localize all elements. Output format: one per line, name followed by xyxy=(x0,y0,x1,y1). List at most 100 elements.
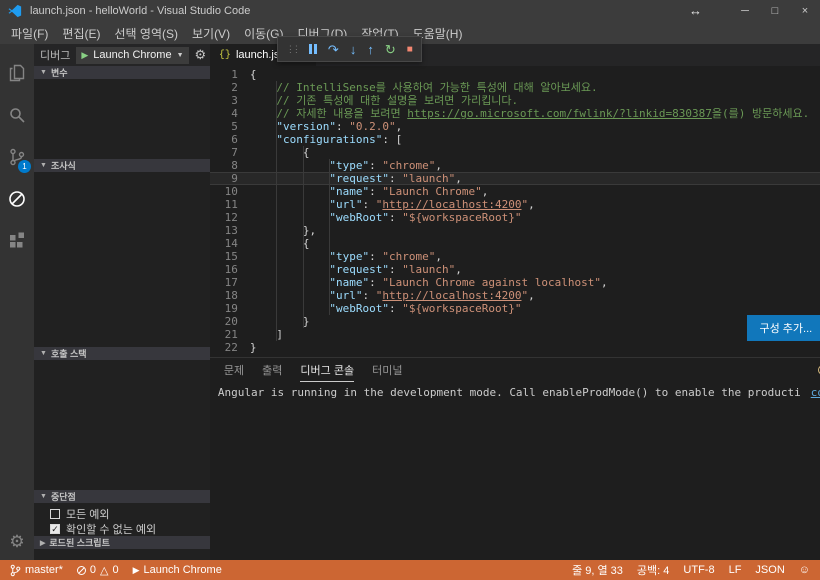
debug-config-dropdown[interactable]: ▶ Launch Chrome ▼ xyxy=(76,47,188,64)
editor[interactable]: 1{2 // IntelliSense를 사용하여 가능한 특성에 대해 알아보… xyxy=(210,66,820,357)
code-line[interactable]: 6 "configurations": [ xyxy=(210,133,820,146)
debug-sidebar: 디버그 ▶ Launch Chrome ▼ ⚙ ▼ 변수 ▼ 조사식 ▼ 호출 … xyxy=(34,44,210,560)
breakpoint-item[interactable]: ✓확인할 수 없는 예외 xyxy=(34,521,210,536)
checkbox-unchecked[interactable] xyxy=(50,509,60,519)
code-line[interactable]: 13 }, xyxy=(210,224,820,237)
code-line[interactable]: 9 "request": "launch", xyxy=(210,172,820,185)
section-header-variables[interactable]: ▼ 변수 xyxy=(34,66,210,79)
chevron-down-icon: ▼ xyxy=(40,350,47,357)
line-number: 14 xyxy=(210,237,250,250)
checkbox-checked[interactable]: ✓ xyxy=(50,524,60,534)
indentation[interactable]: 공백: 4 xyxy=(637,562,669,578)
line-number: 10 xyxy=(210,185,250,198)
status-bar: master* 0 △ 0 ▶ Launch Chrome 줄 9, 열 33 … xyxy=(0,560,820,580)
code-line[interactable]: 22} xyxy=(210,341,820,354)
code-line[interactable]: 19 "webRoot": "${workspaceRoot}" xyxy=(210,302,820,315)
menu-item[interactable]: 편집(E) xyxy=(55,25,107,42)
stop-button[interactable]: ■ xyxy=(407,43,413,56)
line-number: 18 xyxy=(210,289,250,302)
section-header-watch[interactable]: ▼ 조사식 xyxy=(34,159,210,172)
code-line[interactable]: 2 // IntelliSense를 사용하여 가능한 특성에 대해 알아보세요… xyxy=(210,81,820,94)
pause-button[interactable] xyxy=(309,44,317,54)
indent-guide xyxy=(329,159,330,315)
extensions-icon[interactable] xyxy=(0,220,34,262)
line-number: 1 xyxy=(210,68,250,81)
line-number: 17 xyxy=(210,276,250,289)
code-line[interactable]: 8 "type": "chrome", xyxy=(210,159,820,172)
play-icon: ▶ xyxy=(133,565,140,576)
problems-item[interactable]: 0 △ 0 xyxy=(77,564,119,577)
restart-button[interactable]: ↻ xyxy=(385,43,396,56)
git-branch-item[interactable]: master* xyxy=(10,564,63,577)
settings-gear-icon[interactable]: ⚙ xyxy=(0,532,34,552)
code-line[interactable]: 4 // 자세한 내용을 보려면 https://go.microsoft.co… xyxy=(210,107,820,120)
menu-item[interactable]: 파일(F) xyxy=(4,25,55,42)
code-line[interactable]: 16 "request": "launch", xyxy=(210,263,820,276)
chevron-down-icon: ▼ xyxy=(177,52,184,59)
console-message: Angular is running in the development mo… xyxy=(218,386,801,399)
code-line[interactable]: 17 "name": "Launch Chrome against localh… xyxy=(210,276,820,289)
search-icon[interactable] xyxy=(0,94,34,136)
line-number: 21 xyxy=(210,328,250,341)
panel-tab-bar: 문제출력디버그 콘솔터미널 × xyxy=(210,358,820,382)
code-line[interactable]: 14 { xyxy=(210,237,820,250)
section-header-loaded-scripts[interactable]: ▶ 로드된 스크립트 xyxy=(34,536,210,549)
line-number: 5 xyxy=(210,120,250,133)
eol[interactable]: LF xyxy=(729,564,742,576)
minimize-button[interactable]: ─ xyxy=(730,0,760,22)
code-line[interactable]: 21 ] xyxy=(210,328,820,341)
configure-gear-icon[interactable]: ⚙ xyxy=(195,47,207,63)
section-label: 중단점 xyxy=(51,490,76,503)
panel-tab[interactable]: 터미널 xyxy=(372,358,402,382)
step-out-button[interactable]: ↑ xyxy=(367,43,374,56)
debug-action-toolbar: ⋮⋮ ↷ ↓ ↑ ↻ ■ xyxy=(277,36,422,62)
code-line[interactable]: 20 } xyxy=(210,315,820,328)
panel-tab[interactable]: 출력 xyxy=(262,358,282,382)
code-line[interactable]: 1{ xyxy=(210,68,820,81)
section-header-call-stack[interactable]: ▼ 호출 스택 xyxy=(34,347,210,360)
code-line[interactable]: 10 "name": "Launch Chrome", xyxy=(210,185,820,198)
start-debug-icon[interactable]: ▶ xyxy=(81,50,88,61)
debug-target-label: Launch Chrome xyxy=(144,564,222,576)
source-control-icon[interactable]: 1 xyxy=(0,136,34,178)
section-label: 로드된 스크립트 xyxy=(49,536,109,549)
menu-item[interactable]: 보기(V) xyxy=(185,25,237,42)
code-line[interactable]: 11 "url": "http://localhost:4200", xyxy=(210,198,820,211)
menu-item[interactable]: 선택 영역(S) xyxy=(107,25,185,42)
maximize-button[interactable]: □ xyxy=(760,0,790,22)
window-controls: ─ □ × xyxy=(730,0,820,22)
debug-icon[interactable] xyxy=(0,178,34,220)
step-into-button[interactable]: ↓ xyxy=(350,43,357,56)
language-mode[interactable]: JSON xyxy=(755,564,784,576)
add-configuration-button[interactable]: 구성 추가... xyxy=(747,315,820,341)
code-line[interactable]: 3 // 기존 특성에 대한 설명을 보려면 가리킵니다. xyxy=(210,94,820,107)
panel-tab[interactable]: 디버그 콘솔 xyxy=(300,358,354,382)
close-button[interactable]: × xyxy=(790,0,820,22)
console-source-link[interactable]: core.js:3565 xyxy=(811,386,820,399)
code-line[interactable]: 7 { xyxy=(210,146,820,159)
panel-tab[interactable]: 문제 xyxy=(224,358,244,382)
branch-name: master* xyxy=(25,564,63,576)
code-line[interactable]: 12 "webRoot": "${workspaceRoot}" xyxy=(210,211,820,224)
cursor-position[interactable]: 줄 9, 열 33 xyxy=(572,562,623,578)
error-count: 0 xyxy=(90,564,96,576)
breakpoint-item[interactable]: 모든 예외 xyxy=(34,506,210,521)
encoding[interactable]: UTF-8 xyxy=(683,564,714,576)
warning-count: 0 xyxy=(113,564,119,576)
activity-bar: 1 ⚙ xyxy=(0,44,34,560)
indent-guide xyxy=(303,146,304,328)
code-line[interactable]: 5 "version": "0.2.0", xyxy=(210,120,820,133)
drag-handle-icon[interactable]: ⋮⋮ xyxy=(286,44,298,55)
debug-console-output: Angular is running in the development mo… xyxy=(210,382,820,399)
breakpoint-label: 모든 예외 xyxy=(66,506,110,522)
code-line[interactable]: 15 "type": "chrome", xyxy=(210,250,820,263)
explorer-icon[interactable] xyxy=(0,52,34,94)
feedback-smiley-icon[interactable]: ☺ xyxy=(799,564,810,576)
step-over-button[interactable]: ↷ xyxy=(328,43,339,56)
section-header-breakpoints[interactable]: ▼ 중단점 xyxy=(34,490,210,503)
window-title: launch.json - helloWorld - Visual Studio… xyxy=(30,5,250,17)
debug-target-item[interactable]: ▶ Launch Chrome xyxy=(133,564,222,576)
bottom-panel: 문제출력디버그 콘솔터미널 × Angular is running in th… xyxy=(210,357,820,560)
indent-guide xyxy=(276,81,277,341)
code-line[interactable]: 18 "url": "http://localhost:4200", xyxy=(210,289,820,302)
